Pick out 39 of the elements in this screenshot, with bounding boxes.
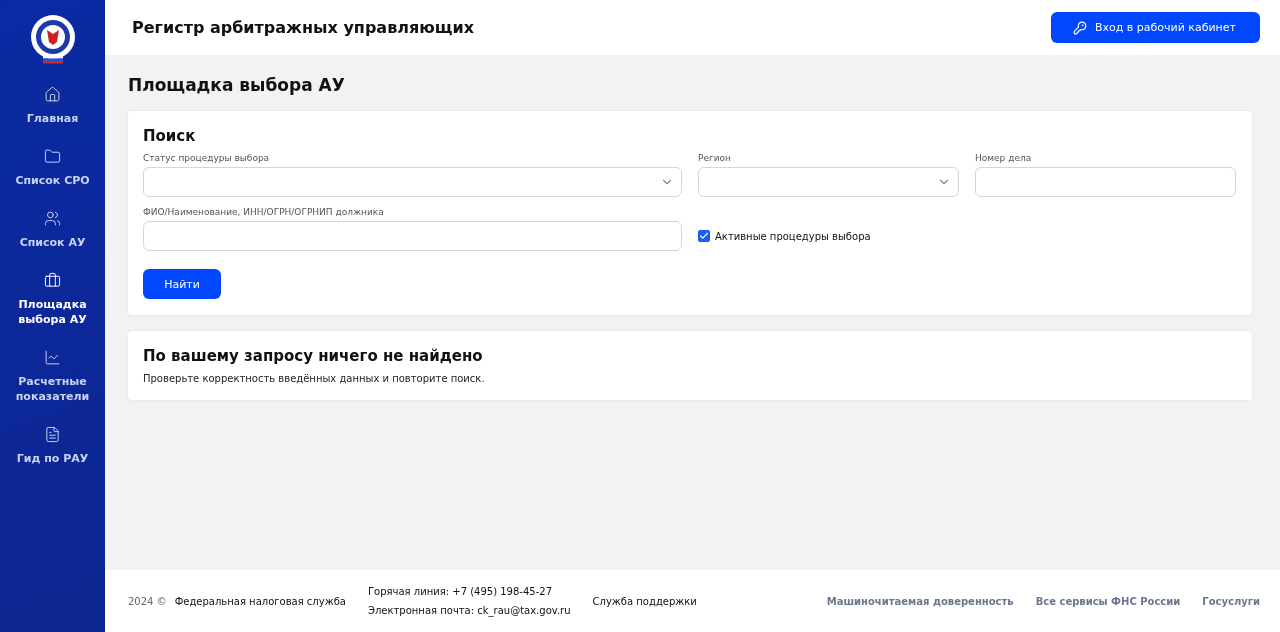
sidebar-item[interactable]: Гид по РАУ bbox=[0, 426, 105, 466]
input-field[interactable] bbox=[143, 221, 682, 251]
page-title: Площадка выбора АУ bbox=[128, 75, 346, 95]
login-button[interactable]: Вход в рабочий кабинет bbox=[1050, 12, 1260, 43]
select-field[interactable] bbox=[698, 167, 959, 197]
home-icon bbox=[44, 86, 61, 103]
support-link[interactable]: Служба поддержки bbox=[592, 595, 697, 607]
field-label: Регион bbox=[698, 153, 732, 163]
input-field[interactable] bbox=[975, 167, 1236, 197]
sidebar-item[interactable]: Площадка выбора АУ bbox=[0, 272, 105, 327]
card-title: По вашему запросу ничего не найдено bbox=[143, 347, 484, 365]
result-message: Проверьте корректность введённых данных и повторите поиск. bbox=[143, 373, 486, 384]
field-label: ФИО/Наименование, ИНН/ОГРН/ОГРНИП должника bbox=[143, 207, 385, 217]
organization-name: Федеральная налоговая служба bbox=[174, 595, 346, 607]
people-icon bbox=[44, 210, 61, 227]
sidebar-item[interactable]: Расчетные показатели bbox=[0, 349, 105, 404]
card-title: Поиск bbox=[143, 127, 197, 145]
key-icon bbox=[1072, 20, 1087, 35]
sidebar-item[interactable]: Главная bbox=[0, 86, 105, 126]
emblem-logo bbox=[28, 14, 77, 64]
footer-link[interactable]: Машиночитаемая доверенность bbox=[826, 595, 1014, 607]
field-label: Номер дела bbox=[975, 153, 1033, 163]
sidebar-item[interactable]: Список СРО bbox=[0, 148, 105, 188]
email-text: Электронная почта: ck_rau@tax.gov.ru bbox=[367, 605, 571, 616]
footer-link[interactable]: Госуслуги bbox=[1202, 595, 1260, 607]
checkbox-label: Активные процедуры выбора bbox=[715, 230, 871, 242]
sidebar-item[interactable]: Список АУ bbox=[0, 210, 105, 250]
chart-icon bbox=[44, 349, 61, 366]
find-button[interactable]: Найти bbox=[143, 269, 221, 299]
select-field[interactable] bbox=[143, 167, 682, 197]
site-title: Регистр арбитражных управляющих bbox=[132, 18, 475, 37]
footer-link[interactable]: Все сервисы ФНС России bbox=[1035, 595, 1181, 607]
field-label: Статус процедуры выбора bbox=[143, 153, 271, 163]
briefcase-icon bbox=[44, 272, 61, 289]
copyright-year: 2024 © bbox=[128, 595, 167, 607]
folder-icon bbox=[44, 148, 61, 165]
document-icon bbox=[44, 426, 61, 443]
checkbox[interactable] bbox=[698, 230, 710, 242]
hotline-text: Горячая линия: +7 (495) 198-45-27 bbox=[367, 586, 553, 597]
